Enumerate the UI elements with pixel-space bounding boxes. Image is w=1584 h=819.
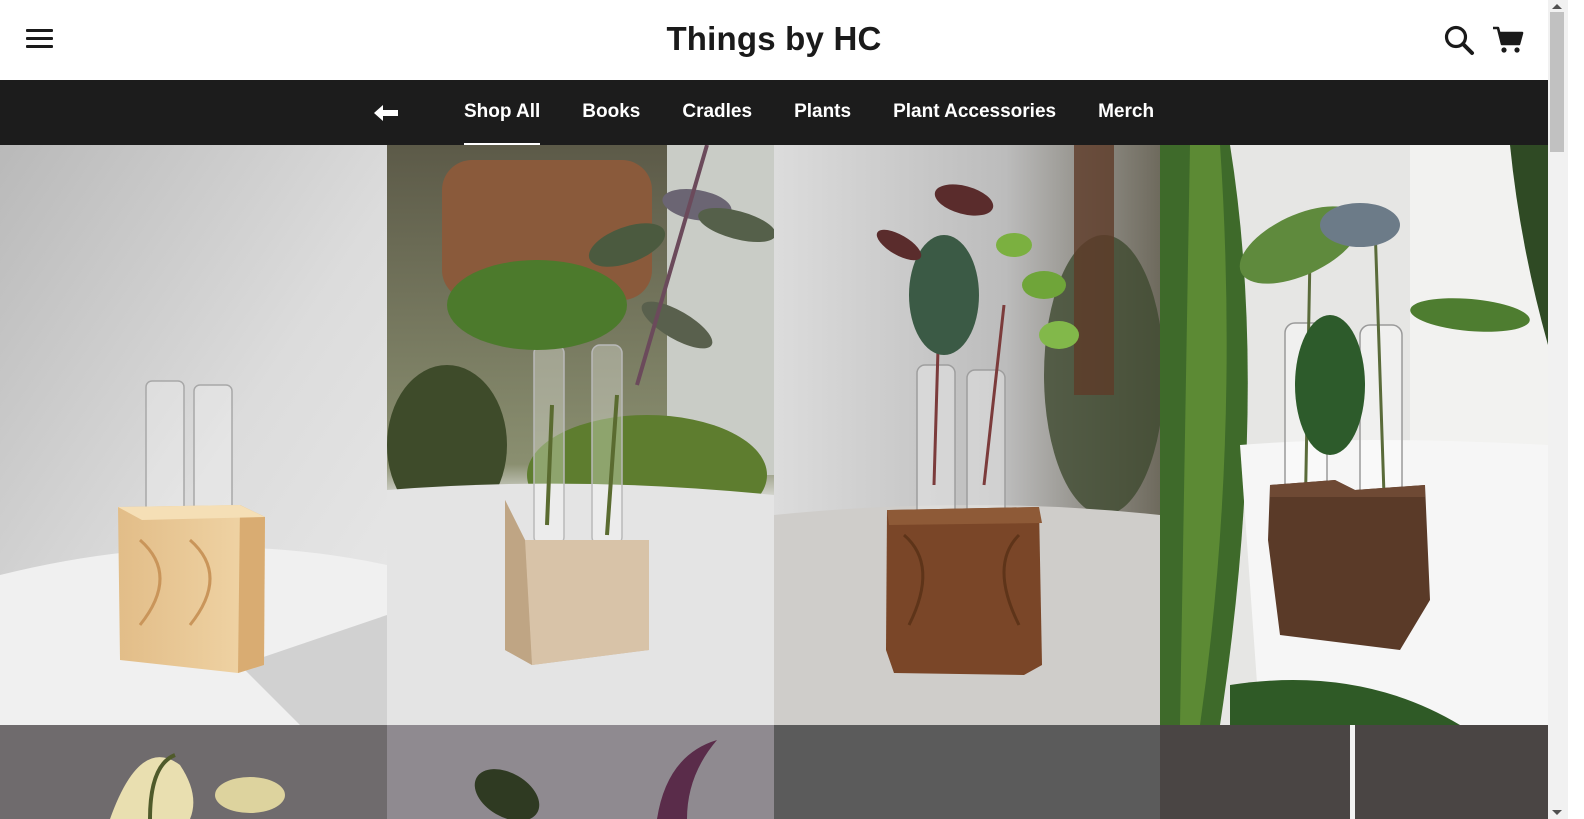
product-tile[interactable] xyxy=(0,725,387,819)
nav-item-plants[interactable]: Plants xyxy=(794,80,851,145)
nav-item-cradles[interactable]: Cradles xyxy=(682,80,752,145)
product-tile[interactable] xyxy=(387,725,774,819)
page-scrollbar[interactable] xyxy=(1548,0,1568,819)
product-image xyxy=(0,725,387,819)
product-tile[interactable] xyxy=(774,725,1160,819)
product-image xyxy=(387,145,774,725)
cart-icon[interactable] xyxy=(1492,25,1524,55)
product-tile[interactable] xyxy=(0,145,387,725)
scroll-down-arrow-icon[interactable] xyxy=(1552,810,1562,815)
nav-item-shop-all[interactable]: Shop All xyxy=(463,80,541,145)
product-tile[interactable] xyxy=(1160,725,1548,819)
site-header: Things by HC xyxy=(0,0,1568,80)
scroll-up-arrow-icon[interactable] xyxy=(1552,4,1562,9)
product-image xyxy=(0,145,387,725)
product-image xyxy=(774,725,1160,819)
product-image xyxy=(387,725,774,819)
nav-item-plant-accessories[interactable]: Plant Accessories xyxy=(893,80,1056,145)
scrollbar-thumb[interactable] xyxy=(1550,12,1564,152)
nav-item-merch[interactable]: Merch xyxy=(1098,80,1154,145)
nav-item-books[interactable]: Books xyxy=(582,80,640,145)
product-tile[interactable] xyxy=(1160,145,1548,725)
product-image xyxy=(1160,145,1548,725)
search-icon[interactable] xyxy=(1443,24,1475,56)
product-tile[interactable] xyxy=(774,145,1160,725)
category-nav: Shop All Books Cradles Plants Plant Acce… xyxy=(0,80,1568,145)
site-title[interactable]: Things by HC xyxy=(0,20,1548,58)
arrow-left-icon[interactable] xyxy=(373,104,399,122)
product-image xyxy=(1160,725,1548,819)
product-tile[interactable] xyxy=(387,145,774,725)
product-image xyxy=(774,145,1160,725)
page: Things by HC Shop All Books Cradles Plan… xyxy=(0,0,1568,819)
